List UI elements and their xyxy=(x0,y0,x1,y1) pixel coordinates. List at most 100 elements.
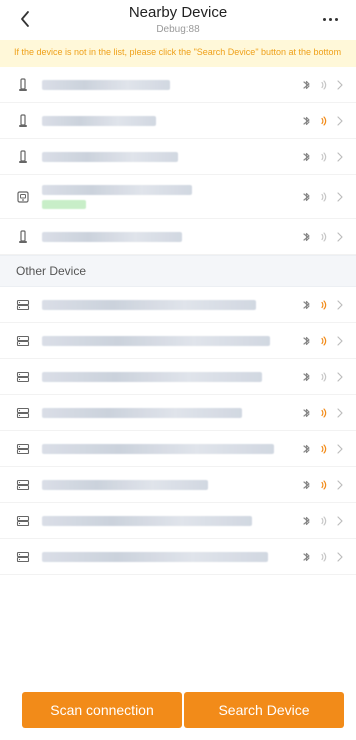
server-icon xyxy=(16,442,30,456)
signal-icon xyxy=(318,335,330,347)
chevron-right-icon xyxy=(336,407,344,419)
other-device-item[interactable] xyxy=(0,539,356,575)
chevron-right-icon xyxy=(336,299,344,311)
bluetooth-icon xyxy=(302,299,312,311)
signal-icon xyxy=(318,79,330,91)
other-device-section-header: Other Device xyxy=(0,255,356,287)
lock-icon xyxy=(16,77,30,92)
other-device-item[interactable] xyxy=(0,503,356,539)
blurred-device-name xyxy=(42,479,208,490)
blurred-device-name xyxy=(42,184,192,195)
other-device-item[interactable] xyxy=(0,287,356,323)
bluetooth-icon xyxy=(302,551,312,563)
chevron-right-icon xyxy=(336,335,344,347)
server-icon xyxy=(16,334,30,348)
more-menu-button[interactable] xyxy=(318,10,342,28)
signal-icon xyxy=(318,479,330,491)
chevron-right-icon xyxy=(336,115,344,127)
bluetooth-icon xyxy=(302,407,312,419)
status-icons xyxy=(302,151,344,163)
info-notice: If the device is not in the list, please… xyxy=(0,40,356,67)
page-subtitle: Debug:88 xyxy=(156,24,200,35)
device-name xyxy=(42,151,292,162)
scan-connection-button[interactable]: Scan connection xyxy=(22,692,182,728)
blurred-device-name xyxy=(42,551,268,562)
device-name xyxy=(42,371,292,382)
other-device-list xyxy=(0,287,356,575)
chevron-right-icon xyxy=(336,479,344,491)
bluetooth-icon xyxy=(302,443,312,455)
chevron-left-icon xyxy=(21,11,29,27)
bluetooth-icon xyxy=(302,335,312,347)
status-icons xyxy=(302,371,344,383)
other-device-item[interactable] xyxy=(0,431,356,467)
notice-text: If the device is not in the list, please… xyxy=(14,47,342,57)
bottom-action-bar: Scan connection Search Device xyxy=(0,676,356,740)
signal-icon xyxy=(318,551,330,563)
nearby-device-item[interactable] xyxy=(0,175,356,219)
dot-icon xyxy=(322,17,326,21)
signal-icon xyxy=(318,443,330,455)
device-name xyxy=(42,184,292,209)
signal-icon xyxy=(318,115,330,127)
signal-icon xyxy=(318,515,330,527)
other-device-item[interactable] xyxy=(0,395,356,431)
chevron-right-icon xyxy=(336,515,344,527)
server-icon xyxy=(16,478,30,492)
dot-icon xyxy=(334,17,338,21)
lock-icon xyxy=(16,229,30,244)
bluetooth-icon xyxy=(302,479,312,491)
nearby-device-item[interactable] xyxy=(0,219,356,255)
signal-icon xyxy=(318,151,330,163)
title-block: Nearby Device Debug:88 xyxy=(0,4,356,36)
blurred-device-name xyxy=(42,371,262,382)
device-name xyxy=(42,443,292,454)
status-icons xyxy=(302,115,344,127)
bluetooth-icon xyxy=(302,191,312,203)
bluetooth-icon xyxy=(302,231,312,243)
chevron-right-icon xyxy=(336,231,344,243)
server-icon xyxy=(16,514,30,528)
blurred-device-name xyxy=(42,115,156,126)
bluetooth-icon xyxy=(302,151,312,163)
device-name xyxy=(42,479,292,490)
device-name xyxy=(42,299,292,310)
bluetooth-icon xyxy=(302,515,312,527)
search-device-button[interactable]: Search Device xyxy=(184,692,344,728)
status-icons xyxy=(302,443,344,455)
status-icons xyxy=(302,479,344,491)
device-icon xyxy=(16,190,30,204)
status-icons xyxy=(302,79,344,91)
status-icons xyxy=(302,335,344,347)
chevron-right-icon xyxy=(336,371,344,383)
blurred-device-name xyxy=(42,151,178,162)
nearby-device-item[interactable] xyxy=(0,103,356,139)
status-icons xyxy=(302,551,344,563)
blurred-device-name xyxy=(42,231,182,242)
blurred-device-name xyxy=(42,443,274,454)
blurred-device-name xyxy=(42,335,270,346)
status-icons xyxy=(302,515,344,527)
other-device-item[interactable] xyxy=(0,359,356,395)
back-button[interactable] xyxy=(14,8,36,30)
device-name xyxy=(42,335,292,346)
blurred-device-name xyxy=(42,79,170,90)
nearby-device-list xyxy=(0,67,356,255)
bluetooth-icon xyxy=(302,79,312,91)
chevron-right-icon xyxy=(336,551,344,563)
nearby-device-item[interactable] xyxy=(0,67,356,103)
status-tag xyxy=(42,199,86,209)
status-icons xyxy=(302,407,344,419)
other-device-item[interactable] xyxy=(0,467,356,503)
blurred-device-name xyxy=(42,515,252,526)
status-icons xyxy=(302,231,344,243)
chevron-right-icon xyxy=(336,443,344,455)
chevron-right-icon xyxy=(336,79,344,91)
other-device-item[interactable] xyxy=(0,323,356,359)
signal-icon xyxy=(318,299,330,311)
status-icons xyxy=(302,299,344,311)
top-bar: Nearby Device Debug:88 xyxy=(0,0,356,40)
other-device-section-title: Other Device xyxy=(16,264,87,278)
nearby-device-item[interactable] xyxy=(0,139,356,175)
chevron-right-icon xyxy=(336,151,344,163)
